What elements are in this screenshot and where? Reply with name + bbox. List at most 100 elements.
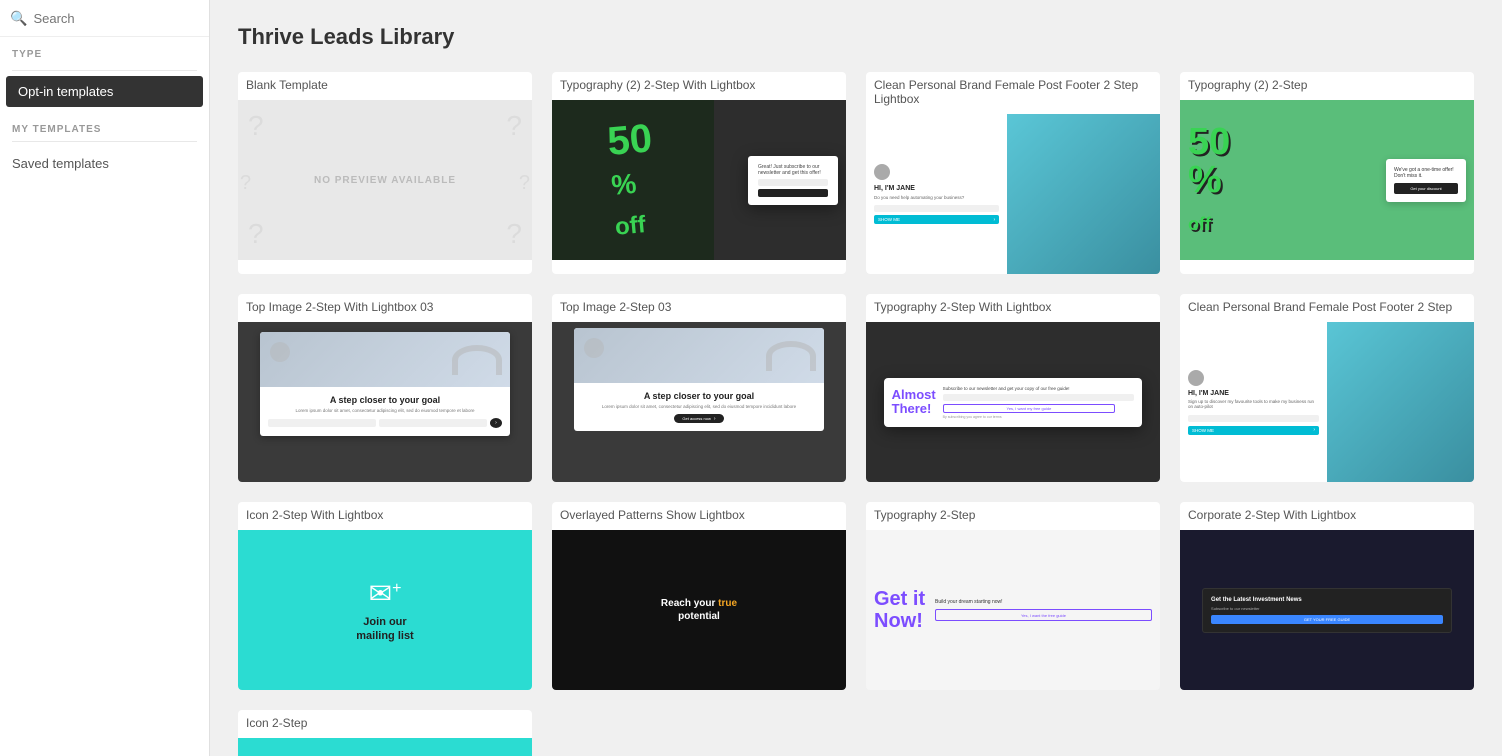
template-card-top-image-step-03[interactable]: Top Image 2-Step 03 A step closer to you… <box>552 294 846 482</box>
template-preview-overlayed: Reach your truepotential <box>552 530 846 690</box>
circle-deco-2 <box>584 338 604 358</box>
almost-there-card: AlmostThere! Subscribe to our newsletter… <box>884 378 1143 427</box>
almost-email-input <box>943 394 1135 401</box>
circle-decoration <box>270 342 290 362</box>
submit-btn: › <box>490 418 502 428</box>
form-row: › <box>268 418 502 428</box>
brand2-photo <box>1312 322 1474 482</box>
email-mini-input <box>874 205 999 212</box>
template-preview-icon2-step: ✉ <box>238 738 532 756</box>
lightbox-email-input <box>758 179 828 186</box>
email-icon: ✉+ <box>369 577 402 610</box>
template-card-clean-brand[interactable]: Clean Personal Brand Female Post Footer … <box>866 72 1160 274</box>
template-preview-clean-brand: HI, I'M JANE Do you need help automating… <box>866 114 1160 274</box>
template-name-top-image-03: Top Image 2-Step With Lightbox 03 <box>238 294 532 322</box>
search-bar[interactable]: 🔍 ✕ <box>0 0 209 37</box>
almost-right-content: Subscribe to our newsletter and get your… <box>943 386 1135 419</box>
template-name-icon2-step: Icon 2-Step <box>238 710 532 738</box>
corp-subtitle-text: Subscribe to our newsletter <box>1211 606 1443 611</box>
template-name-clean-brand: Clean Personal Brand Female Post Footer … <box>866 72 1160 114</box>
get-it-title: Build your dream starting now! <box>935 599 1152 605</box>
template-card-icon2-step[interactable]: Icon 2-Step ✉ <box>238 710 532 756</box>
almost-fine-print: By subscribing you agree to our terms <box>943 415 1135 419</box>
corp-cta-btn: GET YOUR FREE GUIDE <box>1211 615 1443 624</box>
qm-icon-1: ? <box>248 110 264 142</box>
sidebar-item-optin-templates[interactable]: Opt-in templates <box>6 76 203 107</box>
template-card-overlayed[interactable]: Overlayed Patterns Show Lightbox Reach y… <box>552 502 846 690</box>
template-preview-typo2-step-b: Get itNow! Build your dream starting now… <box>866 530 1160 690</box>
search-input[interactable] <box>33 11 209 26</box>
step-goal-heading-2: A step closer to your goal <box>582 391 816 401</box>
template-name-typo2-lightbox-b: Typography 2-Step With Lightbox <box>866 294 1160 322</box>
show-me-arrow-icon: › <box>993 217 995 223</box>
template-preview-typo2-lightbox-b: AlmostThere! Subscribe to our newsletter… <box>866 322 1160 482</box>
email-input <box>379 419 487 427</box>
template-card-typo2-step-right[interactable]: Typography (2) 2-Step 50%off We've got a… <box>1180 72 1474 274</box>
brand2-form: HI, I'M JANE Sign up to discover my favo… <box>1180 322 1327 482</box>
show-me-btn: SHOW ME › <box>874 215 999 224</box>
get-it-now-text: Get itNow! <box>874 588 929 632</box>
show-me-btn-2: SHOW ME › <box>1188 426 1319 435</box>
brand-desc-text: Do you need help automating your busines… <box>874 195 999 200</box>
template-card-typo2-lightbox[interactable]: Typography (2) 2-Step With Lightbox 50%o… <box>552 72 846 274</box>
template-name-corporate: Corporate 2-Step With Lightbox <box>1180 502 1474 530</box>
get-it-right-content: Build your dream starting now! Yes, I wa… <box>935 599 1152 621</box>
template-card-typo2-lightbox-b[interactable]: Typography 2-Step With Lightbox AlmostTh… <box>866 294 1160 482</box>
brand2-email-input <box>1188 415 1319 422</box>
template-card-corporate[interactable]: Corporate 2-Step With Lightbox Get the L… <box>1180 502 1474 690</box>
avatar <box>874 164 890 180</box>
top-image-card: A step closer to your goal Lorem ipsum d… <box>260 332 510 436</box>
template-name-typo2-step-b: Typography 2-Step <box>866 502 1160 530</box>
template-card-clean-brand-2[interactable]: Clean Personal Brand Female Post Footer … <box>1180 294 1474 482</box>
typo2-popup: We've got a one-time offer! Don't miss i… <box>1386 159 1466 202</box>
lightbox-submit-btn <box>758 189 828 197</box>
type-divider <box>12 70 197 71</box>
sidebar: 🔍 ✕ TYPE Opt-in templates MY TEMPLATES S… <box>0 0 210 756</box>
sidebar-item-saved-templates[interactable]: Saved templates <box>0 148 209 179</box>
brand-photo <box>998 114 1160 274</box>
corp-title-text: Get the Latest Investment News <box>1211 597 1443 603</box>
show-me-label: SHOW ME <box>878 217 993 222</box>
almost-subscribe-text: Subscribe to our newsletter and get your… <box>943 386 1135 391</box>
show-me-arrow-2-icon: › <box>1313 427 1315 433</box>
template-card-icon2step-lightbox[interactable]: Icon 2-Step With Lightbox ✉+ Join ourmai… <box>238 502 532 690</box>
avatar-2 <box>1188 370 1204 386</box>
reach-potential-text: Reach your truepotential <box>661 597 737 623</box>
hi-jane-text: HI, I'M JANE <box>874 185 999 192</box>
typo2-popup-btn: Get your discount <box>1394 183 1458 194</box>
search-icon: 🔍 <box>10 10 27 27</box>
no-preview-text: NO PREVIEW AVAILABLE <box>314 175 456 186</box>
qm-icon-5: ? <box>240 172 251 195</box>
rainbow-arch-icon <box>452 345 502 375</box>
template-card-top-image-03[interactable]: Top Image 2-Step With Lightbox 03 A step… <box>238 294 532 482</box>
template-card-blank[interactable]: Blank Template ? ? ? ? ? ? NO PREVIEW AV… <box>238 72 532 274</box>
template-name-top-image-step-03: Top Image 2-Step 03 <box>552 294 846 322</box>
template-name-typo2-step-right: Typography (2) 2-Step <box>1180 72 1474 100</box>
templates-grid: Blank Template ? ? ? ? ? ? NO PREVIEW AV… <box>238 72 1474 756</box>
step-goal-heading: A step closer to your goal <box>268 395 502 405</box>
lightbox-title: Great! Just subscribe to our newsletter … <box>758 164 828 176</box>
step-goal-desc-2: Lorem ipsum dolor sit amet, consectetur … <box>582 404 816 409</box>
top-image2-card: A step closer to your goal Lorem ipsum d… <box>574 328 824 431</box>
arrow-icon: › <box>495 420 497 426</box>
almost-cta-btn: Yes, I want my free guide <box>943 404 1116 413</box>
template-card-typo2-step-b[interactable]: Typography 2-Step Get itNow! Build your … <box>866 502 1160 690</box>
top-image2-body: A step closer to your goal Lorem ipsum d… <box>574 383 824 431</box>
page-title: Thrive Leads Library <box>238 24 1474 50</box>
template-preview-corporate: Get the Latest Investment News Subscribe… <box>1180 530 1474 690</box>
corporate-card: Get the Latest Investment News Subscribe… <box>1202 588 1452 633</box>
get-it-cta-btn: Yes, I want the free guide <box>935 609 1152 621</box>
type-section-label: TYPE <box>0 37 209 66</box>
template-name-icon2step-lightbox: Icon 2-Step With Lightbox <box>238 502 532 530</box>
template-preview-typo2-step-right: 50%off We've got a one-time offer! Don't… <box>1180 100 1474 260</box>
template-preview-clean-brand-2: HI, I'M JANE Sign up to discover my favo… <box>1180 322 1474 482</box>
get-it-btn-label: Yes, I want the free guide <box>1021 613 1066 618</box>
qm-icon-2: ? <box>506 110 522 142</box>
template-preview-blank: ? ? ? ? ? ? NO PREVIEW AVAILABLE <box>238 100 532 260</box>
template-name-overlayed: Overlayed Patterns Show Lightbox <box>552 502 846 530</box>
show-me-label-2: SHOW ME <box>1192 428 1313 433</box>
qm-icon-6: ? <box>519 172 530 195</box>
hi-jane-2: HI, I'M JANE <box>1188 390 1319 397</box>
my-templates-divider <box>12 141 197 142</box>
almost-there-badge: AlmostThere! <box>892 388 937 417</box>
